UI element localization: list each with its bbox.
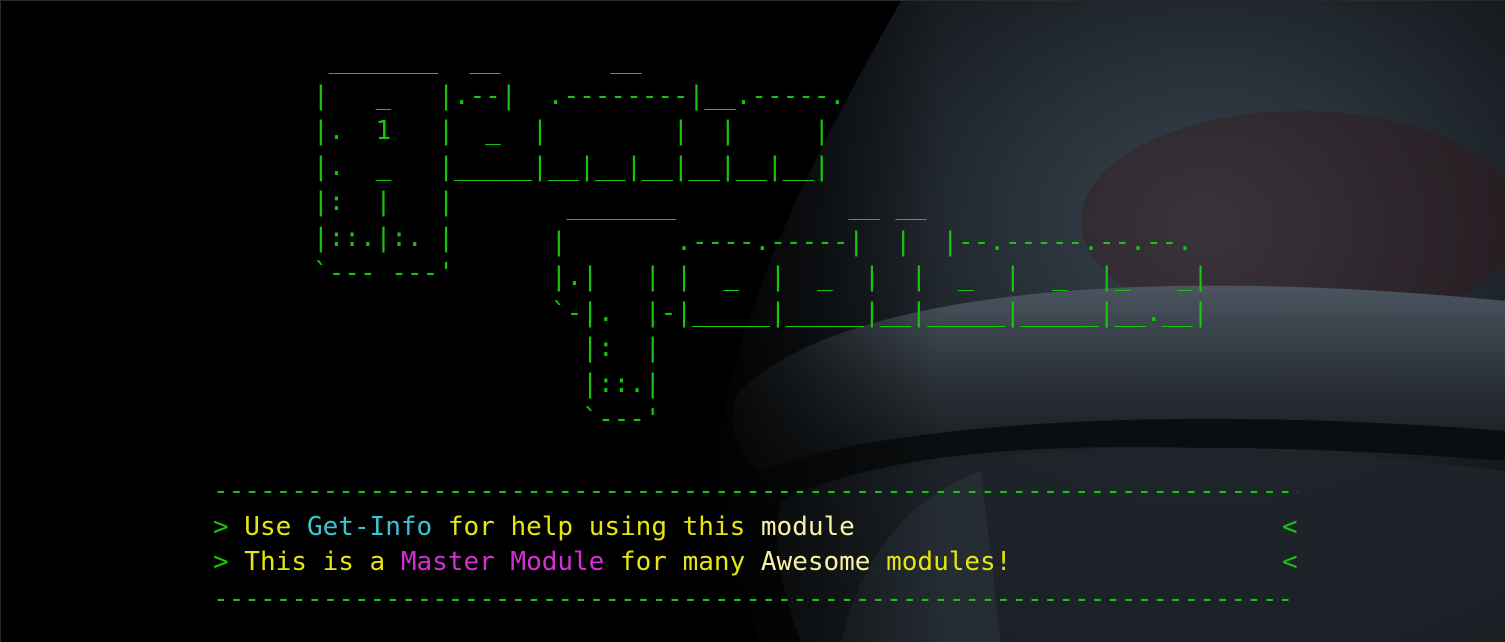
info-line-get-info: > Use Get-Info for help using this modul… (213, 509, 1303, 545)
info-text: Use (228, 512, 307, 542)
info-line-master-module: > This is a Master Module for many Aweso… (213, 544, 1303, 580)
info-text: modules! (870, 547, 1012, 577)
divider-bottom: ----------------------------------------… (213, 584, 1298, 614)
prompt-arrow: > (213, 547, 229, 577)
divider-top: ----------------------------------------… (213, 476, 1298, 506)
master-module-highlight: Master Module (400, 547, 605, 577)
ascii-banner-bottom: _______ __ __ | .----.-----| | |--.-----… (551, 191, 1209, 434)
terminal-window[interactable]: _______ __ __ | _ |.--| .--------|__.---… (0, 0, 1505, 642)
get-info-command: Get-Info (306, 512, 433, 542)
awesome-highlight: Awesome (760, 547, 871, 577)
prompt-arrow: > (213, 512, 229, 542)
line-end-marker: < (1282, 512, 1298, 542)
info-text: for many (604, 547, 761, 577)
info-text: This is a (228, 547, 401, 577)
info-text: module (760, 512, 855, 542)
info-text: for help using this (432, 512, 761, 542)
line-end-marker: < (1282, 547, 1298, 577)
